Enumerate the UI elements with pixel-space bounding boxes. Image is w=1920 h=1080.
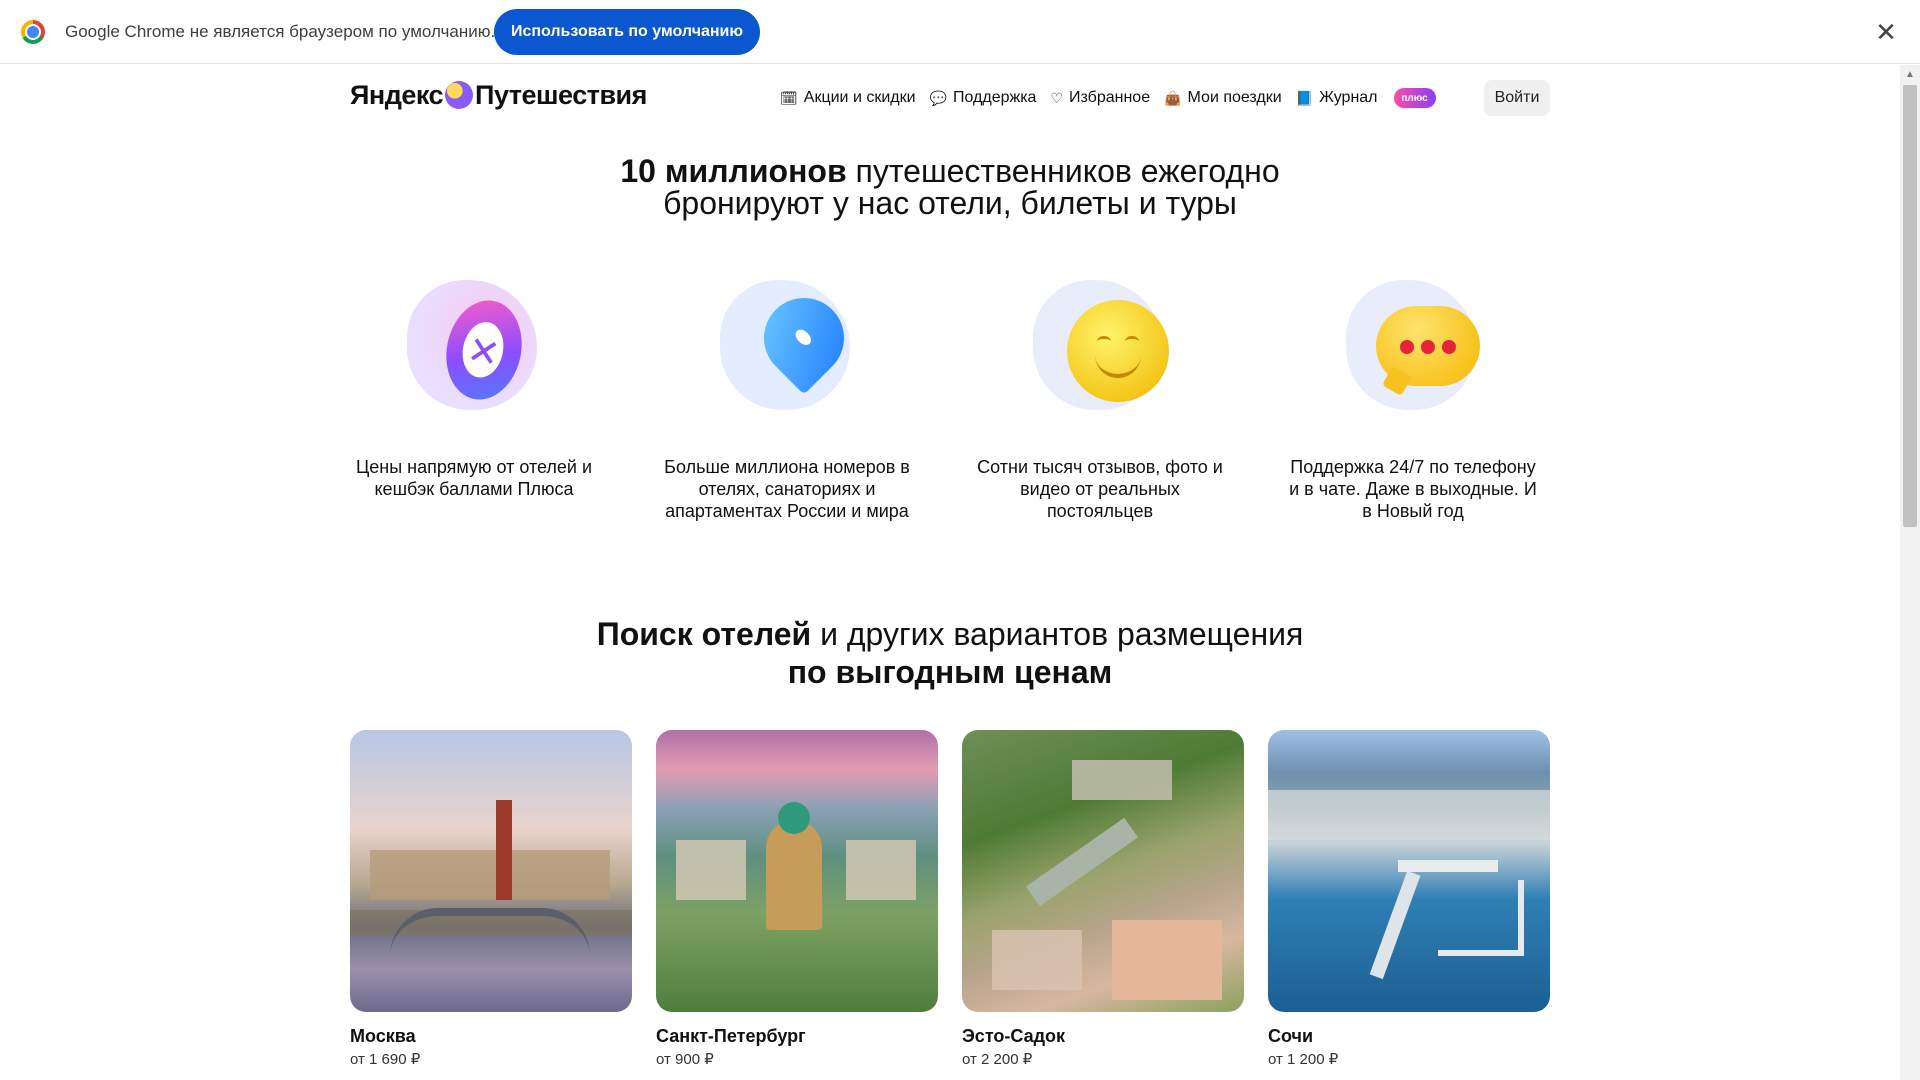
city-card-moscow[interactable]: Москва от 1 690 ₽ — [350, 730, 632, 1068]
city-price: от 1 200 ₽ — [1268, 1051, 1339, 1068]
nav-item-deals[interactable]: 🗓 Акции и скидки — [780, 89, 916, 107]
chat-dots-icon — [1338, 270, 1488, 420]
city-card-spb[interactable]: Санкт-Петербург от 900 ₽ — [656, 730, 938, 1068]
suitcase-icon: 👜 — [1164, 89, 1182, 106]
city-price: от 1 690 ₽ — [350, 1051, 421, 1068]
page-scrollbar[interactable]: ▲ — [1900, 65, 1920, 1080]
nav-item-label: Избранное — [1069, 89, 1151, 106]
book-icon: 📘 — [1295, 89, 1314, 106]
smile-icon — [1025, 270, 1175, 420]
hero-headline: 10 миллионов путешественников ежегодно б… — [0, 155, 1900, 219]
city-photo[interactable] — [1268, 730, 1550, 1012]
city-price: от 900 ₽ — [656, 1051, 714, 1068]
feature-text: Больше миллиона номеров в отелях, санато… — [664, 457, 910, 521]
feature-text: Поддержка 24/7 по телефону и в чате. Даж… — [1289, 457, 1537, 521]
feature-rooms: Больше миллиона номеров в отелях, санато… — [657, 270, 917, 521]
nav-item-journal[interactable]: 📘 Журнал — [1296, 89, 1378, 107]
calendar-icon: 🗓 — [780, 89, 798, 106]
city-photo[interactable] — [350, 730, 632, 1012]
nav-item-label: Акции и скидки — [803, 89, 916, 106]
feature-cashback: ✕ Цены напрямую от отелей и кешбэк балла… — [344, 270, 604, 499]
city-name[interactable]: Санкт-Петербург — [656, 1026, 806, 1047]
heart-icon: ♡ — [1050, 89, 1063, 106]
feature-reviews: Сотни тысяч отзывов, фото и видео от реа… — [970, 270, 1230, 521]
scroll-up-arrow-icon[interactable]: ▲ — [1900, 69, 1920, 80]
city-card-sochi[interactable]: Сочи от 1 200 ₽ — [1268, 730, 1550, 1068]
chat-bubble-icon: 💬 — [929, 89, 947, 106]
nav-item-label: Поддержка — [952, 89, 1037, 106]
feature-text: Цены напрямую от отелей и кешбэк баллами… — [355, 457, 593, 499]
city-name[interactable]: Эсто-Садок — [962, 1026, 1065, 1047]
nav-item-my-trips[interactable]: 👜 Мои поездки — [1164, 89, 1282, 107]
section-title-rest: и других вариантов размещения — [811, 616, 1304, 652]
default-browser-infobar: Google Chrome не является браузером по у… — [0, 0, 1920, 64]
nav-item-label: Мои поездки — [1187, 89, 1282, 106]
location-pin-icon — [712, 270, 862, 420]
section-title-bold: Поиск отелей — [596, 616, 812, 652]
nav-item-label: Журнал — [1319, 89, 1378, 106]
city-photo[interactable] — [962, 730, 1244, 1012]
cashback-icon: ✕ — [399, 270, 549, 420]
infobar-message: Google Chrome не является браузером по у… — [65, 22, 496, 41]
city-name[interactable]: Москва — [350, 1026, 416, 1047]
city-photo[interactable] — [656, 730, 938, 1012]
city-price: от 2 200 ₽ — [962, 1051, 1033, 1068]
logo-yandex-text: Яндекс — [350, 79, 444, 110]
site-logo[interactable]: Яндекс Путешествия — [350, 80, 647, 110]
close-icon[interactable]: ✕ — [1872, 18, 1900, 46]
logo-travel-text: Путешествия — [475, 79, 647, 110]
section-subtitle: по выгодным ценам — [787, 654, 1113, 690]
hero-line2: бронируют у нас отели, билеты и туры — [663, 185, 1237, 221]
feature-support: Поддержка 24/7 по телефону и в чате. Даж… — [1283, 270, 1543, 521]
set-default-button[interactable]: Использовать по умолчанию — [494, 9, 760, 55]
chrome-logo-icon — [21, 20, 45, 44]
globe-icon — [445, 81, 474, 109]
nav-item-favorites[interactable]: ♡ Избранное — [1050, 89, 1150, 107]
hero-line1: путешественников ежегодно — [846, 153, 1280, 189]
scrollbar-thumb[interactable] — [1903, 85, 1917, 527]
hero-bold: 10 миллионов — [620, 153, 847, 189]
header-nav: 🗓 Акции и скидки 💬 Поддержка ♡ Избранное… — [780, 82, 1436, 114]
nav-item-support[interactable]: 💬 Поддержка — [930, 89, 1037, 107]
city-card-esto-sadok[interactable]: Эсто-Садок от 2 200 ₽ — [962, 730, 1244, 1068]
login-button[interactable]: Войти — [1484, 80, 1550, 116]
feature-text: Сотни тысяч отзывов, фото и видео от реа… — [977, 457, 1223, 521]
hotels-section-title: Поиск отелей и других вариантов размещен… — [0, 615, 1900, 691]
plus-badge[interactable]: плюс — [1393, 88, 1436, 108]
city-name[interactable]: Сочи — [1268, 1026, 1313, 1047]
